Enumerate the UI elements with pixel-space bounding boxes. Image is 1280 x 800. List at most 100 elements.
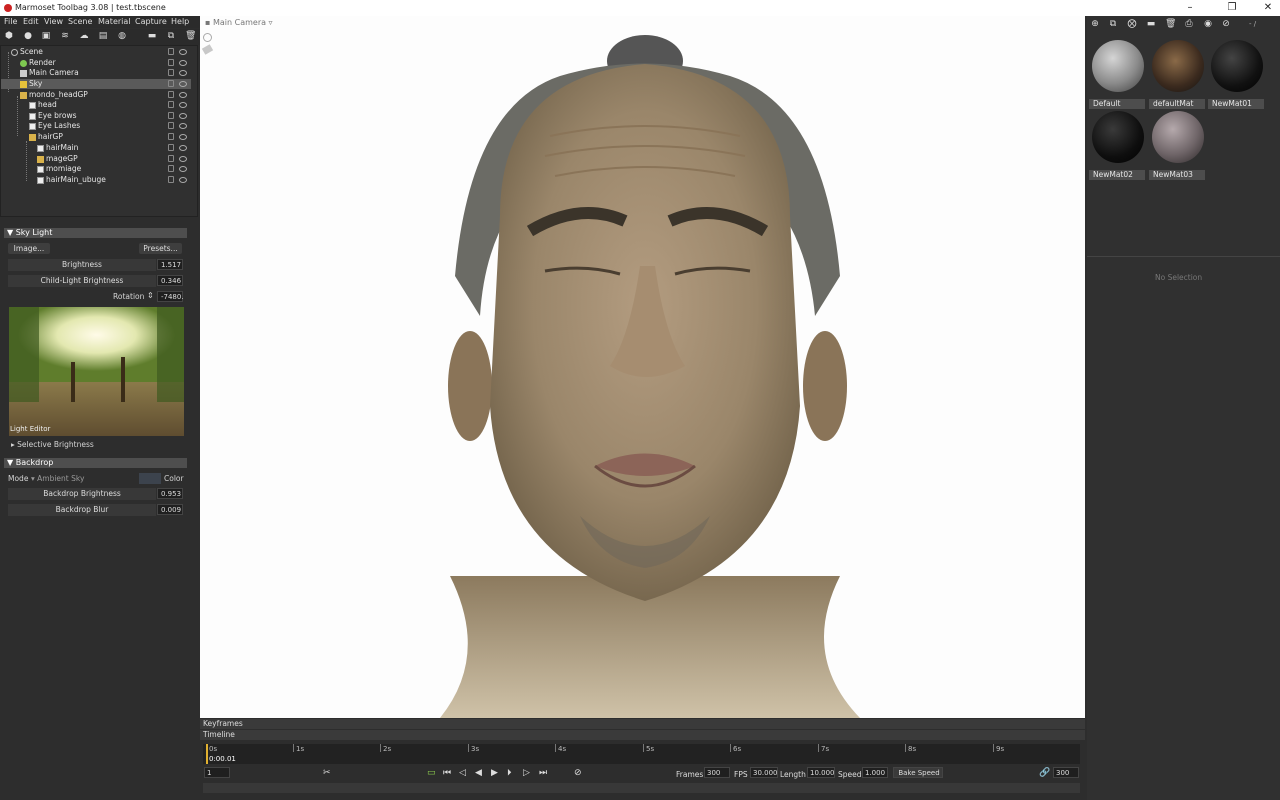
skip-start-icon[interactable]: ⏮ [443,768,451,778]
play-icon[interactable]: ▶ [491,768,498,778]
eye-icon[interactable] [179,156,187,162]
selective-brightness-toggle[interactable]: ▸ Selective Brightness [11,440,94,449]
add-texture-icon[interactable]: ▤ [98,31,108,41]
menu-scene[interactable]: Scene [68,17,92,26]
add-shadow-icon[interactable]: ≋ [60,31,70,41]
lock-icon[interactable] [168,122,174,129]
material-default[interactable]: Default [1089,38,1145,110]
backdrop-color-swatch[interactable] [139,473,161,484]
eye-icon[interactable] [179,134,187,140]
playhead[interactable] [206,744,208,764]
length-value[interactable]: 10.000 [807,767,835,778]
tree-item-head[interactable]: head [1,100,191,110]
fps-value[interactable]: 30.000 [750,767,778,778]
lock-icon[interactable] [168,133,174,140]
viewport-settings-icon[interactable] [203,33,212,42]
lock-icon[interactable] [168,165,174,172]
eye-icon[interactable] [179,145,187,151]
speed-value[interactable]: 1.000 [862,767,888,778]
eye-icon[interactable] [179,70,187,76]
prev-key-icon[interactable]: ◁ [459,768,466,778]
keyframes-bar[interactable]: Keyframes [200,719,1085,729]
eye-icon[interactable] [179,123,187,129]
apply-icon[interactable]: ◉ [1203,19,1213,29]
picker-icon[interactable]: ⊘ [1221,19,1231,29]
tree-item-hairmain[interactable]: hairMain [1,143,191,153]
rotation-spinner-icon[interactable]: ⇕ [147,291,154,300]
copy-material-icon[interactable]: ⧉ [1108,19,1118,29]
add-sphere-icon[interactable]: ◍ [117,31,127,41]
frame-field[interactable]: 1 [204,767,230,778]
tree-item-magegp[interactable]: mageGP [1,154,191,164]
material-newmat01[interactable]: NewMat01 [1208,38,1264,110]
menu-material[interactable]: Material [98,17,131,26]
backdrop-brightness-slider[interactable]: Backdrop Brightness [8,488,156,500]
new-folder-icon[interactable]: ▬ [147,31,157,41]
add-fog-icon[interactable]: ☁ [79,31,89,41]
lock-icon[interactable] [168,101,174,108]
backdrop-blur-value[interactable]: 0.009 [157,504,183,515]
folder-icon[interactable]: ▬ [1146,19,1156,29]
lock-icon[interactable] [168,176,174,183]
timeline-scrollbar[interactable] [203,783,1080,793]
image-button[interactable]: Image... [8,243,50,254]
lock-icon[interactable] [168,80,174,87]
tree-item-hairgp[interactable]: hairGP [1,132,191,142]
tree-item-eye-lashes[interactable]: Eye Lashes [1,121,191,131]
delete-material-icon[interactable]: 🗑 [1165,19,1176,29]
add-camera-icon[interactable]: ▣ [41,31,51,41]
child-light-brightness-value[interactable]: 0.346 [157,275,183,286]
brightness-slider[interactable]: Brightness [8,259,156,271]
tree-item-scene[interactable]: Scene [1,47,191,57]
tree-item-hairmain-ubuge[interactable]: hairMain_ubuge [1,175,191,185]
add-material-icon[interactable]: ⊕ [1090,19,1100,29]
add-object-icon[interactable]: ⬢ [4,31,14,41]
close-button[interactable]: ✕ [1262,2,1274,14]
eye-icon[interactable] [179,177,187,183]
timeline-scrubber[interactable]: 0s 1s 2s 3s 4s 5s 6s 7s 8s 9s 0:00.01 [203,744,1080,764]
sky-light-header[interactable]: ▼ Sky Light [4,228,187,238]
backdrop-brightness-value[interactable]: 0.953 [157,488,183,499]
bake-speed-button[interactable]: Bake Speed [893,767,943,778]
backdrop-blur-slider[interactable]: Backdrop Blur [8,504,156,516]
eye-icon[interactable] [179,60,187,66]
lock-icon[interactable] [168,69,174,76]
menu-capture[interactable]: Capture [135,17,167,26]
skip-end-icon[interactable]: ⏭ [539,768,547,778]
step-forward-icon[interactable]: ⏵ [507,768,512,778]
menu-edit[interactable]: Edit [23,17,39,26]
eye-icon[interactable] [179,113,187,119]
delete-icon[interactable]: 🗑 [185,31,196,41]
lock-icon[interactable] [168,112,174,119]
eye-icon[interactable] [179,102,187,108]
light-editor-label[interactable]: Light Editor [10,425,50,433]
eye-icon[interactable] [179,81,187,87]
frames-value[interactable]: 300 [704,767,730,778]
eye-icon[interactable] [179,92,187,98]
rotation-value[interactable]: -7480. [157,291,184,302]
menu-file[interactable]: File [4,17,17,26]
sky-preview-image[interactable]: Light Editor [9,307,184,436]
mode-dropdown[interactable]: ▾ Ambient Sky [31,474,84,483]
tree-item-eye-brows[interactable]: Eye brows [1,111,191,121]
tree-item-main-camera[interactable]: Main Camera [1,68,191,78]
link-icon[interactable]: 🔗 [1039,768,1050,778]
next-key-icon[interactable]: ▷ [523,768,530,778]
lock-icon[interactable] [168,48,174,55]
timeline-bar[interactable]: Timeline [200,730,1085,740]
eye-icon[interactable] [179,49,187,55]
material-newmat03[interactable]: NewMat03 [1149,109,1205,181]
menu-help[interactable]: Help [171,17,189,26]
bake-icon[interactable]: ⊘ [574,768,582,778]
loop-icon[interactable]: ▭ [427,768,436,778]
minimize-button[interactable]: – [1184,2,1196,14]
library-path[interactable]: - / [1249,20,1256,28]
menu-view[interactable]: View [44,17,63,26]
reset-material-icon[interactable]: ⨂ [1127,19,1137,29]
tree-item-sky[interactable]: Sky [1,79,191,89]
restore-button[interactable]: ❐ [1226,2,1238,14]
camera-selector[interactable]: ▪ Main Camera ▿ [205,18,273,27]
add-light-icon[interactable]: ● [23,31,33,41]
lock-icon[interactable] [168,144,174,151]
material-newmat02[interactable]: NewMat02 [1089,109,1145,181]
